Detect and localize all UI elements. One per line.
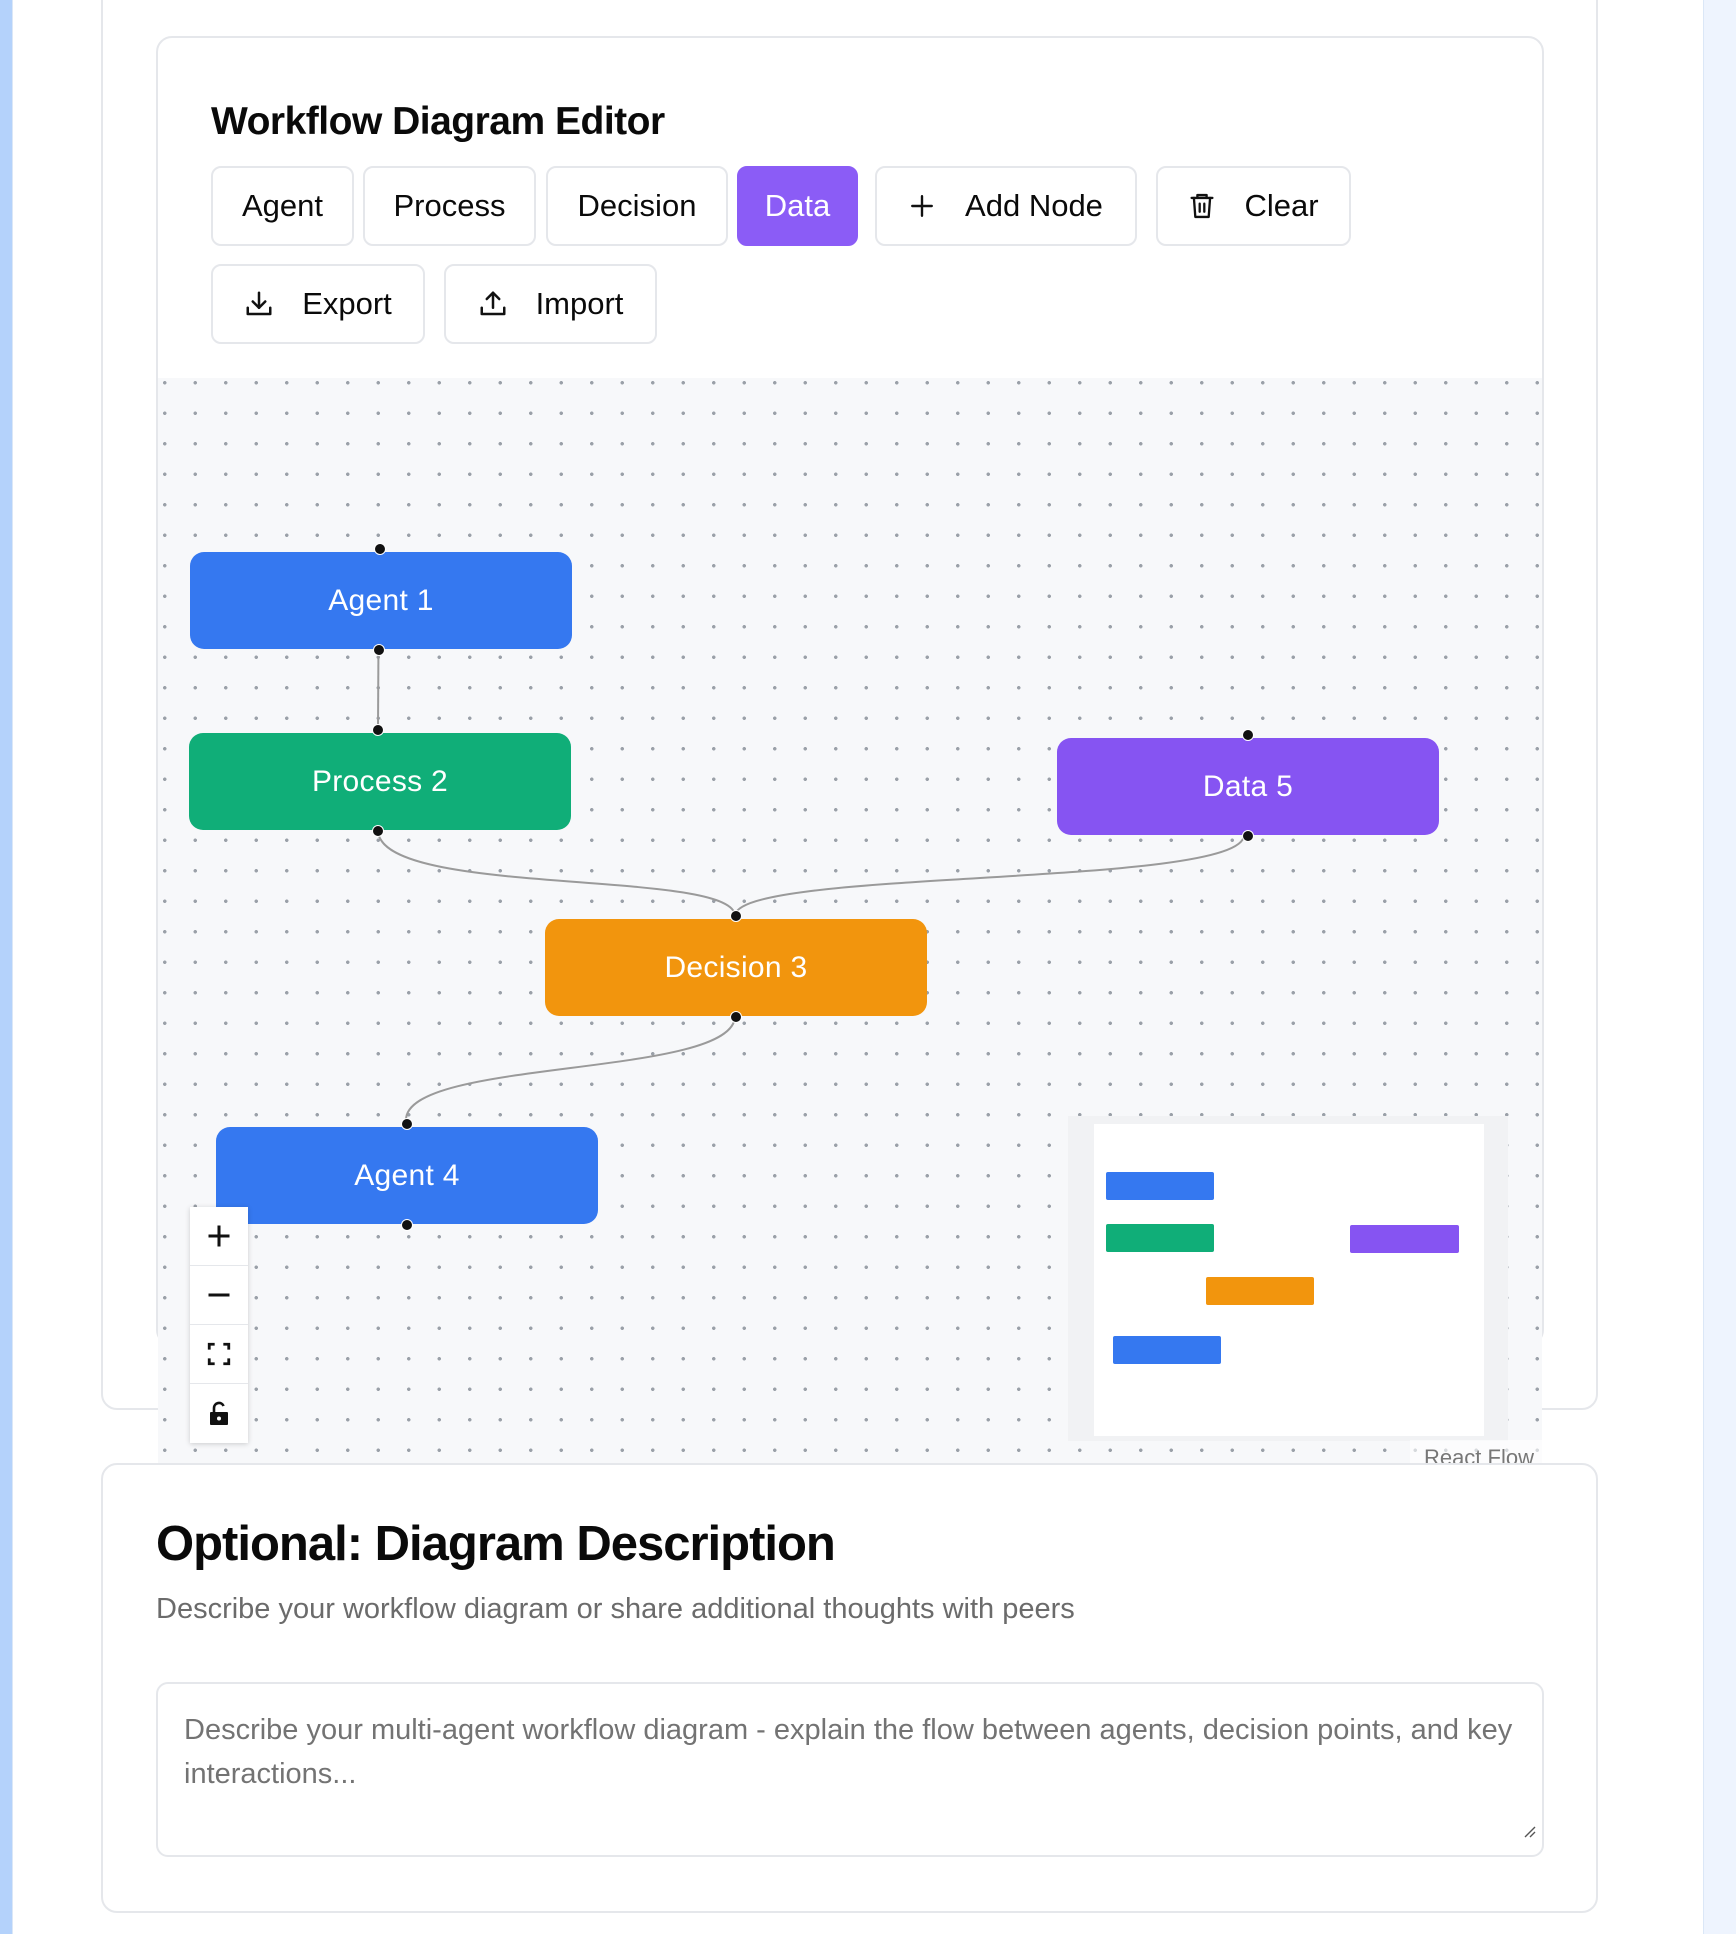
diagram-node[interactable]: Agent 4 — [216, 1127, 598, 1224]
description-textarea[interactable]: Describe your multi-agent workflow diagr… — [156, 1682, 1544, 1857]
node-handle[interactable] — [373, 644, 385, 656]
node-label: Agent 4 — [354, 1158, 460, 1192]
editor-title: Workflow Diagram Editor — [211, 100, 665, 143]
process-button[interactable]: Process — [363, 166, 536, 246]
diagram-node[interactable]: Data 5 — [1057, 738, 1439, 835]
agent-button-label: Agent — [241, 188, 323, 223]
data-button[interactable]: Data — [737, 166, 858, 246]
edge-5-3 — [734, 834, 1245, 917]
left-accent-bar — [0, 0, 12, 1934]
clear-button[interactable]: Clear — [1156, 166, 1351, 246]
diagram-node[interactable]: Process 2 — [189, 733, 571, 830]
decision-button-label: Decision — [577, 188, 697, 223]
minimap-node — [1113, 1336, 1221, 1364]
import-button[interactable]: Import — [444, 264, 657, 344]
node-label: Process 2 — [311, 764, 449, 798]
minus-icon — [205, 1281, 233, 1309]
canvas-controls — [190, 1207, 248, 1443]
right-sidebar-edge — [1703, 0, 1736, 1934]
upload-icon — [478, 289, 508, 319]
import-button-label: Import — [535, 286, 624, 321]
minimap-viewport[interactable] — [1094, 1124, 1484, 1436]
description-title: Optional: Diagram Description — [156, 1517, 836, 1571]
textarea-placeholder: Describe your multi-agent workflow diagr… — [184, 1714, 1513, 1790]
diagram-node[interactable]: Decision 3 — [545, 919, 927, 1016]
node-handle[interactable] — [372, 724, 384, 736]
edge-3-4 — [405, 1015, 736, 1121]
minimap-node — [1350, 1225, 1459, 1253]
node-handle[interactable] — [730, 910, 742, 922]
node-handle[interactable] — [401, 1118, 413, 1130]
add-node-button[interactable]: Add Node — [875, 166, 1137, 246]
data-button-label: Data — [764, 188, 831, 223]
export-button-label: Export — [302, 286, 392, 321]
lock-button[interactable] — [190, 1384, 248, 1443]
process-button-label: Process — [393, 188, 506, 223]
node-label: Decision 3 — [664, 950, 808, 984]
node-label: Data 5 — [1202, 769, 1294, 803]
download-icon — [244, 289, 274, 319]
zoom-out-button[interactable] — [190, 1266, 248, 1325]
fit-view-button[interactable] — [190, 1325, 248, 1384]
decision-button[interactable]: Decision — [546, 166, 728, 246]
left-divider — [12, 0, 13, 1934]
plus-icon — [909, 193, 935, 219]
plus-icon — [205, 1222, 233, 1250]
minimap-node — [1106, 1172, 1214, 1200]
node-label: Agent 1 — [328, 583, 434, 617]
minimap-node — [1106, 1224, 1214, 1252]
node-handle[interactable] — [372, 825, 384, 837]
node-handle[interactable] — [730, 1011, 742, 1023]
edge-2-3 — [377, 829, 736, 917]
description-subtitle: Describe your workflow diagram or share … — [156, 1593, 1075, 1625]
node-handle[interactable] — [374, 543, 386, 555]
resize-handle-icon[interactable] — [1522, 1807, 1536, 1851]
node-handle[interactable] — [401, 1219, 413, 1231]
unlock-icon — [207, 1401, 231, 1427]
clear-button-label: Clear — [1244, 188, 1319, 223]
add-node-button-label: Add Node — [965, 188, 1103, 223]
export-button[interactable]: Export — [211, 264, 425, 344]
trash-icon — [1188, 191, 1216, 221]
agent-button[interactable]: Agent — [211, 166, 354, 246]
diagram-node[interactable]: Agent 1 — [190, 552, 572, 649]
fit-view-icon — [206, 1341, 232, 1367]
node-handle[interactable] — [1242, 729, 1254, 741]
minimap-node — [1206, 1277, 1314, 1305]
zoom-in-button[interactable] — [190, 1207, 248, 1266]
node-handle[interactable] — [1242, 830, 1254, 842]
